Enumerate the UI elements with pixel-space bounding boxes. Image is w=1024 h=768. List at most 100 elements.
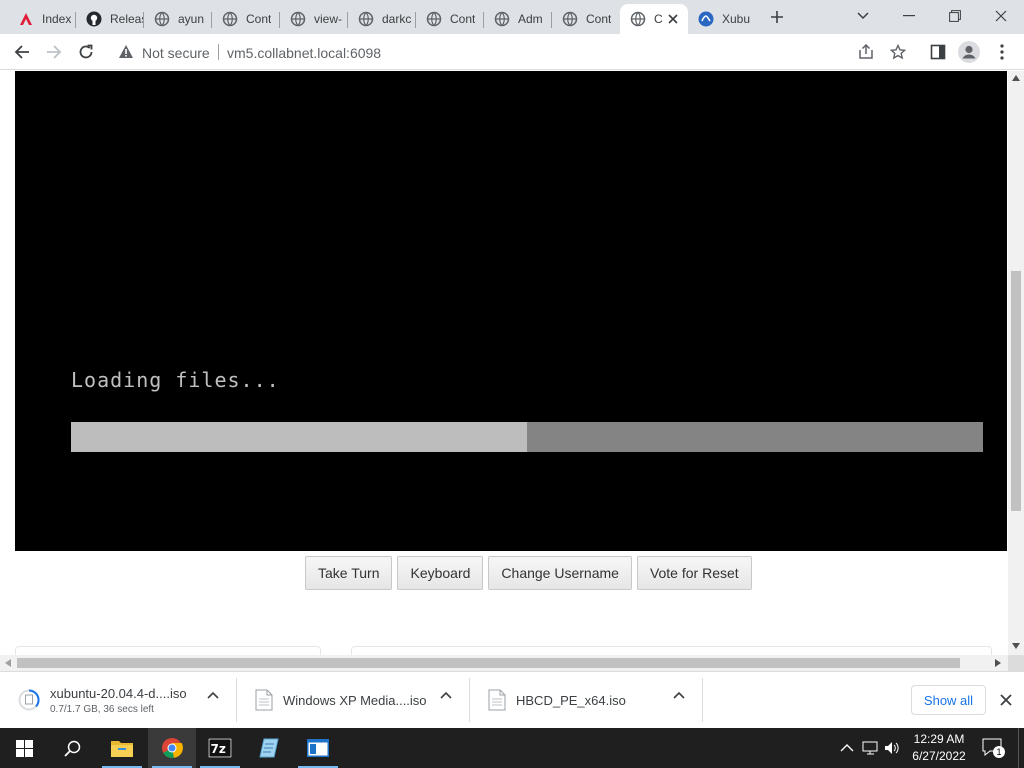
loading-progress-bar bbox=[71, 422, 983, 452]
bookmark-button[interactable] bbox=[886, 40, 910, 64]
tab-7[interactable]: Adm bbox=[484, 4, 552, 34]
scroll-left-icon[interactable] bbox=[5, 659, 11, 667]
profile-button[interactable] bbox=[957, 40, 981, 64]
scroll-right-icon[interactable] bbox=[995, 659, 1001, 667]
download-filename: HBCD_PE_x64.iso bbox=[516, 692, 626, 708]
globe-icon bbox=[426, 11, 442, 27]
arrow-right-icon bbox=[47, 45, 62, 59]
download-item[interactable]: Windows XP Media....iso bbox=[255, 678, 435, 722]
tab-title: view- bbox=[314, 12, 343, 26]
tab-5[interactable]: darkc bbox=[348, 4, 416, 34]
volume-icon[interactable] bbox=[884, 740, 902, 756]
reload-icon bbox=[79, 44, 93, 59]
download-item[interactable]: HBCD_PE_x64.iso bbox=[488, 678, 668, 722]
close-icon[interactable] bbox=[666, 12, 680, 26]
share-button[interactable] bbox=[854, 40, 878, 64]
tab-title: C bbox=[654, 12, 663, 26]
download-shelf: xubuntu-20.04.4-d....iso 0.7/1.7 GB, 36 … bbox=[0, 671, 1024, 728]
vm-screen[interactable]: Loading files... bbox=[15, 71, 1007, 551]
7zip-icon: 7z bbox=[208, 738, 232, 758]
tab-title: Xubu bbox=[722, 12, 751, 26]
7zip-taskbar-button[interactable]: 7z bbox=[196, 728, 244, 768]
tab-title: Cont bbox=[586, 12, 612, 26]
chrome-taskbar-button[interactable] bbox=[148, 728, 196, 768]
clock-time: 12:29 AM bbox=[913, 732, 965, 746]
chevron-up-icon[interactable] bbox=[438, 687, 454, 703]
download-item[interactable]: xubuntu-20.04.4-d....iso 0.7/1.7 GB, 36 … bbox=[18, 678, 218, 722]
restore-button[interactable] bbox=[932, 0, 978, 32]
horizontal-scroll-thumb[interactable] bbox=[17, 658, 960, 668]
globe-icon bbox=[630, 11, 646, 27]
vertical-scroll-thumb[interactable] bbox=[1011, 271, 1021, 511]
tab-4[interactable]: view- bbox=[280, 4, 348, 34]
search-button[interactable] bbox=[48, 728, 96, 768]
tab-title: Cont bbox=[450, 12, 476, 26]
show-desktop-button[interactable] bbox=[1018, 728, 1024, 768]
tab-9[interactable]: C bbox=[620, 4, 688, 34]
tab-title: darkc bbox=[382, 12, 412, 26]
browser-toolbar: Not secure vm5.collabnet.local:6098 bbox=[0, 34, 1024, 70]
globe-icon bbox=[222, 11, 238, 27]
scroll-up-icon[interactable] bbox=[1012, 75, 1020, 81]
globe-icon bbox=[290, 11, 306, 27]
close-icon bbox=[995, 10, 1007, 22]
aruba-a-icon bbox=[18, 11, 34, 27]
tab-0[interactable]: Index bbox=[8, 4, 76, 34]
tab-3[interactable]: Cont bbox=[212, 4, 280, 34]
minimize-button[interactable] bbox=[886, 0, 932, 32]
security-status[interactable]: Not secure bbox=[142, 45, 210, 61]
address-bar[interactable]: Not secure vm5.collabnet.local:6098 bbox=[108, 37, 918, 67]
notification-count-badge: 1 bbox=[993, 746, 1005, 758]
forward-button[interactable] bbox=[42, 40, 66, 64]
take-turn-button[interactable]: Take Turn bbox=[305, 556, 393, 590]
share-icon bbox=[859, 44, 873, 59]
download-filename: Windows XP Media....iso bbox=[283, 692, 427, 708]
tab-8[interactable]: Cont bbox=[552, 4, 620, 34]
tab-6[interactable]: Cont bbox=[416, 4, 484, 34]
github-icon bbox=[86, 11, 102, 27]
new-tab-button[interactable] bbox=[766, 6, 788, 28]
warning-icon bbox=[119, 45, 133, 58]
tab-2[interactable]: ayun bbox=[144, 4, 212, 34]
tab-title: ayun bbox=[178, 12, 205, 26]
side-panel-button[interactable] bbox=[926, 40, 950, 64]
file-explorer-taskbar-button[interactable] bbox=[98, 728, 146, 768]
vertical-scrollbar[interactable] bbox=[1008, 71, 1024, 655]
horizontal-scrollbar[interactable] bbox=[0, 655, 1008, 671]
start-button[interactable] bbox=[0, 728, 48, 768]
vote-for-reset-button[interactable]: Vote for Reset bbox=[636, 556, 752, 590]
menu-button[interactable] bbox=[990, 40, 1014, 64]
window-app-taskbar-button[interactable] bbox=[294, 728, 342, 768]
plus-icon bbox=[771, 11, 783, 23]
show-all-button[interactable]: Show all bbox=[911, 685, 986, 715]
close-icon[interactable] bbox=[998, 692, 1014, 708]
notification-center-button[interactable]: 1 bbox=[982, 738, 1005, 758]
right-panel bbox=[351, 646, 992, 655]
keyboard-button[interactable]: Keyboard bbox=[397, 556, 484, 590]
tab-1[interactable]: Releases bbox=[76, 4, 144, 34]
notepad-taskbar-button[interactable] bbox=[245, 728, 293, 768]
tab-10[interactable]: Xubu bbox=[688, 4, 756, 34]
avatar-icon bbox=[958, 41, 980, 63]
tab-search-button[interactable] bbox=[840, 0, 886, 32]
tab-title: Cont bbox=[246, 12, 272, 26]
globe-icon bbox=[562, 11, 578, 27]
scroll-down-icon[interactable] bbox=[1012, 643, 1020, 649]
file-icon bbox=[488, 689, 506, 711]
change-username-button[interactable]: Change Username bbox=[488, 556, 632, 590]
network-icon[interactable] bbox=[862, 740, 880, 756]
windows-taskbar: 7z 12:29 AM 6/27/2022 1 bbox=[0, 728, 1024, 768]
close-window-button[interactable] bbox=[978, 0, 1024, 32]
chevron-up-icon[interactable] bbox=[205, 687, 221, 703]
system-clock[interactable]: 12:29 AM 6/27/2022 bbox=[906, 731, 972, 765]
chevron-up-icon[interactable] bbox=[671, 687, 687, 703]
chevron-up-icon[interactable] bbox=[838, 740, 856, 756]
xubuntu-icon bbox=[698, 11, 714, 27]
url-text[interactable]: vm5.collabnet.local:6098 bbox=[227, 45, 381, 61]
arrow-left-icon bbox=[14, 45, 29, 59]
reload-button[interactable] bbox=[74, 40, 98, 64]
back-button[interactable] bbox=[10, 40, 34, 64]
download-progress-icon bbox=[18, 689, 40, 711]
globe-icon bbox=[358, 11, 374, 27]
search-icon bbox=[63, 740, 80, 757]
